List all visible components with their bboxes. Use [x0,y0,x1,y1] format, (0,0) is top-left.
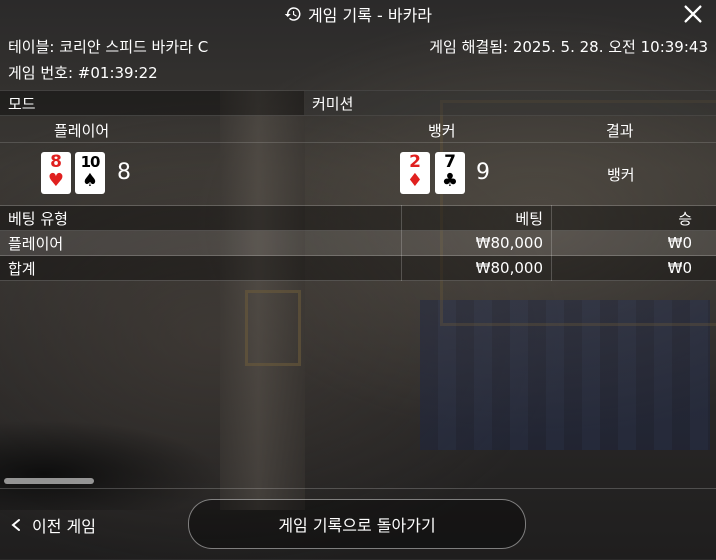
back-to-history-label: 게임 기록으로 돌아가기 [278,512,435,536]
banker-card-1: 2 ♦ [400,152,430,194]
column-bet: 베팅 [402,206,552,231]
player-header: 플레이어 [54,120,109,141]
title-bar: 게임 기록 - 바카라 [0,0,716,28]
page-title: 게임 기록 - 바카라 [308,2,432,26]
bet-amount-cell: ₩80,000 [402,231,552,256]
bet-type-cell: 플레이어 [0,231,402,256]
total-label-cell: 합계 [0,256,402,281]
result-header-label: 결과 [606,120,634,141]
mode-value: 커미션 [312,93,353,114]
banker-card-2: 7 ♣ [435,152,465,194]
table-row-total: 합계 ₩80,000 ₩0 [0,256,716,281]
mode-label: 모드 [8,93,36,114]
game-number: 게임 번호: #01:39:22 [8,62,158,88]
win-amount-cell: ₩0 [552,231,716,256]
game-info: 테이블: 코리안 스피드 바카라 C 게임 해결됨: 2025. 5. 28. … [8,36,708,88]
mode-row: 모드 커미션 [0,90,716,116]
footer: 이전 게임 게임 기록으로 돌아가기 [0,488,716,560]
result-value: 뱅커 [607,164,635,185]
back-to-history-button[interactable]: 게임 기록으로 돌아가기 [188,499,526,549]
chevron-left-icon [10,518,22,532]
previous-game-label: 이전 게임 [32,513,96,537]
column-bet-type: 베팅 유형 [0,206,402,231]
table-name: 테이블: 코리안 스피드 바카라 C [8,36,208,62]
table-row: 플레이어 ₩80,000 ₩0 [0,231,716,256]
title-group: 게임 기록 - 바카라 [284,2,432,26]
mode-value-cell [304,91,716,115]
banker-score: 9 [476,160,490,185]
close-icon[interactable] [682,3,704,25]
history-icon [284,5,302,23]
bet-table: 베팅 유형 베팅 승 플레이어 ₩80,000 ₩0 합계 ₩80,000 ₩0 [0,205,716,281]
result-header: 플레이어 뱅커 결과 [0,118,716,143]
resolved-time: 게임 해결됨: 2025. 5. 28. 오전 10:39:43 [429,36,708,62]
total-bet-cell: ₩80,000 [402,256,552,281]
player-card-1: 8 ♥ [41,152,71,194]
player-card-2: 10 ♠ [75,152,105,194]
bet-table-header: 베팅 유형 베팅 승 [0,206,716,231]
column-win: 승 [552,206,716,231]
banker-header: 뱅커 [428,120,456,141]
previous-game-button[interactable]: 이전 게임 [10,513,96,537]
background-seats [420,300,710,450]
total-win-cell: ₩0 [552,256,716,281]
background-panel [245,290,301,366]
horizontal-scrollbar[interactable] [4,478,94,484]
hands-row: 8 ♥ 10 ♠ 8 2 ♦ 7 ♣ 9 뱅커 [0,144,716,204]
player-score: 8 [117,160,131,185]
